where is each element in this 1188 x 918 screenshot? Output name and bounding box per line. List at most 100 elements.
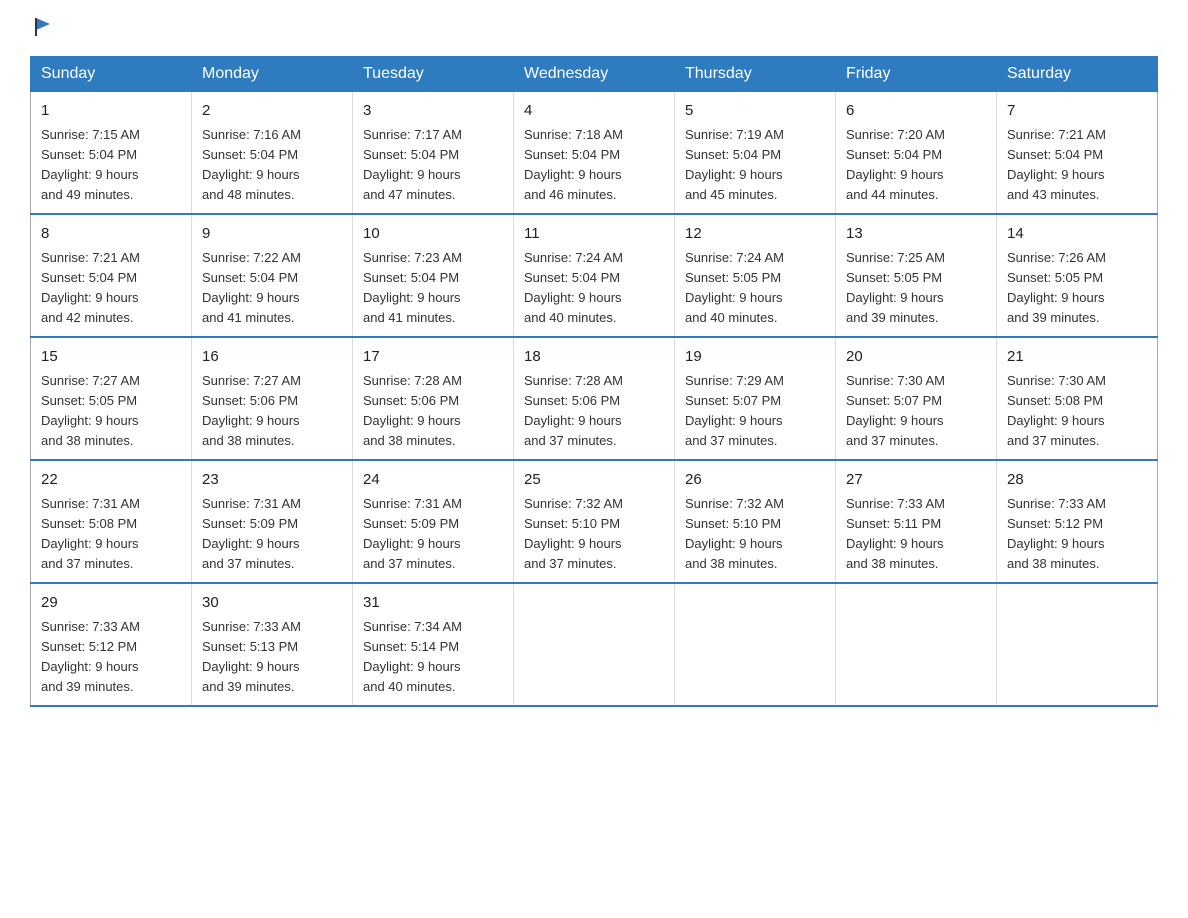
day-info: Sunrise: 7:21 AMSunset: 5:04 PMDaylight:…: [41, 250, 140, 325]
calendar-cell: 18 Sunrise: 7:28 AMSunset: 5:06 PMDayligh…: [514, 337, 675, 460]
calendar-cell: [514, 583, 675, 706]
calendar-body: 1 Sunrise: 7:15 AMSunset: 5:04 PMDaylight…: [31, 92, 1158, 707]
day-info: Sunrise: 7:26 AMSunset: 5:05 PMDaylight:…: [1007, 250, 1106, 325]
calendar-cell: 10Sunrise: 7:23 AMSunset: 5:04 PMDayligh…: [353, 214, 514, 337]
calendar-cell: 23 Sunrise: 7:31 AMSunset: 5:09 PMDayligh…: [192, 460, 353, 583]
day-info: Sunrise: 7:33 AMSunset: 5:13 PMDaylight:…: [202, 619, 301, 694]
day-number: 29: [41, 592, 181, 615]
day-number: 3: [363, 100, 503, 123]
calendar-cell: [836, 583, 997, 706]
day-info: Sunrise: 7:15 AMSunset: 5:04 PMDaylight:…: [41, 127, 140, 202]
day-info: Sunrise: 7:20 AMSunset: 5:04 PMDaylight:…: [846, 127, 945, 202]
calendar-cell: 9Sunrise: 7:22 AMSunset: 5:04 PMDaylight…: [192, 214, 353, 337]
day-number: 16: [202, 346, 342, 369]
calendar-cell: 27 Sunrise: 7:33 AMSunset: 5:11 PMDayligh…: [836, 460, 997, 583]
day-number: 12: [685, 223, 825, 246]
calendar-cell: 14Sunrise: 7:26 AMSunset: 5:05 PMDayligh…: [997, 214, 1158, 337]
calendar-cell: 28Sunrise: 7:33 AMSunset: 5:12 PMDayligh…: [997, 460, 1158, 583]
calendar-cell: 4 Sunrise: 7:18 AMSunset: 5:04 PMDaylight…: [514, 92, 675, 215]
day-info: Sunrise: 7:31 AMSunset: 5:08 PMDaylight:…: [41, 496, 140, 571]
calendar-cell: 7 Sunrise: 7:21 AMSunset: 5:04 PMDaylight…: [997, 92, 1158, 215]
day-number: 24: [363, 469, 503, 492]
day-number: 17: [363, 346, 503, 369]
calendar-cell: 11Sunrise: 7:24 AMSunset: 5:04 PMDayligh…: [514, 214, 675, 337]
day-info: Sunrise: 7:33 AMSunset: 5:12 PMDaylight:…: [41, 619, 140, 694]
calendar-cell: 17 Sunrise: 7:28 AMSunset: 5:06 PMDayligh…: [353, 337, 514, 460]
day-number: 18: [524, 346, 664, 369]
day-number: 26: [685, 469, 825, 492]
header-day-tuesday: Tuesday: [353, 57, 514, 92]
day-number: 2: [202, 100, 342, 123]
day-info: Sunrise: 7:27 AMSunset: 5:05 PMDaylight:…: [41, 373, 140, 448]
day-number: 27: [846, 469, 986, 492]
calendar-cell: [675, 583, 836, 706]
day-info: Sunrise: 7:30 AMSunset: 5:07 PMDaylight:…: [846, 373, 945, 448]
day-info: Sunrise: 7:21 AMSunset: 5:04 PMDaylight:…: [1007, 127, 1106, 202]
day-info: Sunrise: 7:30 AMSunset: 5:08 PMDaylight:…: [1007, 373, 1106, 448]
calendar-cell: 24 Sunrise: 7:31 AMSunset: 5:09 PMDayligh…: [353, 460, 514, 583]
day-info: Sunrise: 7:32 AMSunset: 5:10 PMDaylight:…: [685, 496, 784, 571]
calendar-cell: 1 Sunrise: 7:15 AMSunset: 5:04 PMDaylight…: [31, 92, 192, 215]
calendar-cell: 6Sunrise: 7:20 AMSunset: 5:04 PMDaylight…: [836, 92, 997, 215]
day-number: 28: [1007, 469, 1147, 492]
calendar-cell: 8 Sunrise: 7:21 AMSunset: 5:04 PMDaylight…: [31, 214, 192, 337]
day-number: 30: [202, 592, 342, 615]
header-day-wednesday: Wednesday: [514, 57, 675, 92]
calendar-cell: 2Sunrise: 7:16 AMSunset: 5:04 PMDaylight…: [192, 92, 353, 215]
calendar-table: SundayMondayTuesdayWednesdayThursdayFrid…: [30, 56, 1158, 707]
week-row-3: 15 Sunrise: 7:27 AMSunset: 5:05 PMDayligh…: [31, 337, 1158, 460]
day-info: Sunrise: 7:23 AMSunset: 5:04 PMDaylight:…: [363, 250, 462, 325]
calendar-cell: 20 Sunrise: 7:30 AMSunset: 5:07 PMDayligh…: [836, 337, 997, 460]
day-info: Sunrise: 7:33 AMSunset: 5:11 PMDaylight:…: [846, 496, 945, 571]
day-number: 4: [524, 100, 664, 123]
day-info: Sunrise: 7:28 AMSunset: 5:06 PMDaylight:…: [363, 373, 462, 448]
day-number: 19: [685, 346, 825, 369]
calendar-cell: 3 Sunrise: 7:17 AMSunset: 5:04 PMDaylight…: [353, 92, 514, 215]
week-row-2: 8 Sunrise: 7:21 AMSunset: 5:04 PMDaylight…: [31, 214, 1158, 337]
calendar-cell: 31Sunrise: 7:34 AMSunset: 5:14 PMDayligh…: [353, 583, 514, 706]
day-info: Sunrise: 7:28 AMSunset: 5:06 PMDaylight:…: [524, 373, 623, 448]
day-number: 31: [363, 592, 503, 615]
calendar-cell: 13Sunrise: 7:25 AMSunset: 5:05 PMDayligh…: [836, 214, 997, 337]
day-info: Sunrise: 7:32 AMSunset: 5:10 PMDaylight:…: [524, 496, 623, 571]
header-day-monday: Monday: [192, 57, 353, 92]
day-number: 11: [524, 223, 664, 246]
week-row-4: 22Sunrise: 7:31 AMSunset: 5:08 PMDayligh…: [31, 460, 1158, 583]
day-number: 5: [685, 100, 825, 123]
day-number: 7: [1007, 100, 1147, 123]
calendar-cell: 16 Sunrise: 7:27 AMSunset: 5:06 PMDayligh…: [192, 337, 353, 460]
day-info: Sunrise: 7:24 AMSunset: 5:05 PMDaylight:…: [685, 250, 784, 325]
day-info: Sunrise: 7:31 AMSunset: 5:09 PMDaylight:…: [363, 496, 462, 571]
day-number: 20: [846, 346, 986, 369]
week-row-5: 29 Sunrise: 7:33 AMSunset: 5:12 PMDayligh…: [31, 583, 1158, 706]
day-info: Sunrise: 7:25 AMSunset: 5:05 PMDaylight:…: [846, 250, 945, 325]
day-number: 9: [202, 223, 342, 246]
day-info: Sunrise: 7:17 AMSunset: 5:04 PMDaylight:…: [363, 127, 462, 202]
day-number: 8: [41, 223, 181, 246]
day-number: 23: [202, 469, 342, 492]
calendar-cell: [997, 583, 1158, 706]
header-day-thursday: Thursday: [675, 57, 836, 92]
day-info: Sunrise: 7:27 AMSunset: 5:06 PMDaylight:…: [202, 373, 301, 448]
logo: [30, 20, 54, 38]
calendar-cell: 29 Sunrise: 7:33 AMSunset: 5:12 PMDayligh…: [31, 583, 192, 706]
day-info: Sunrise: 7:31 AMSunset: 5:09 PMDaylight:…: [202, 496, 301, 571]
calendar-cell: 12 Sunrise: 7:24 AMSunset: 5:05 PMDayligh…: [675, 214, 836, 337]
header-day-sunday: Sunday: [31, 57, 192, 92]
header: [30, 20, 1158, 38]
day-number: 21: [1007, 346, 1147, 369]
day-number: 15: [41, 346, 181, 369]
calendar-cell: 25 Sunrise: 7:32 AMSunset: 5:10 PMDayligh…: [514, 460, 675, 583]
day-info: Sunrise: 7:29 AMSunset: 5:07 PMDaylight:…: [685, 373, 784, 448]
header-row: SundayMondayTuesdayWednesdayThursdayFrid…: [31, 57, 1158, 92]
logo-flag-icon: [32, 16, 54, 38]
day-info: Sunrise: 7:19 AMSunset: 5:04 PMDaylight:…: [685, 127, 784, 202]
week-row-1: 1 Sunrise: 7:15 AMSunset: 5:04 PMDaylight…: [31, 92, 1158, 215]
calendar-cell: 19 Sunrise: 7:29 AMSunset: 5:07 PMDayligh…: [675, 337, 836, 460]
calendar-cell: 21 Sunrise: 7:30 AMSunset: 5:08 PMDayligh…: [997, 337, 1158, 460]
calendar-cell: 22Sunrise: 7:31 AMSunset: 5:08 PMDayligh…: [31, 460, 192, 583]
day-number: 25: [524, 469, 664, 492]
day-number: 1: [41, 100, 181, 123]
calendar-cell: 15 Sunrise: 7:27 AMSunset: 5:05 PMDayligh…: [31, 337, 192, 460]
day-info: Sunrise: 7:18 AMSunset: 5:04 PMDaylight:…: [524, 127, 623, 202]
